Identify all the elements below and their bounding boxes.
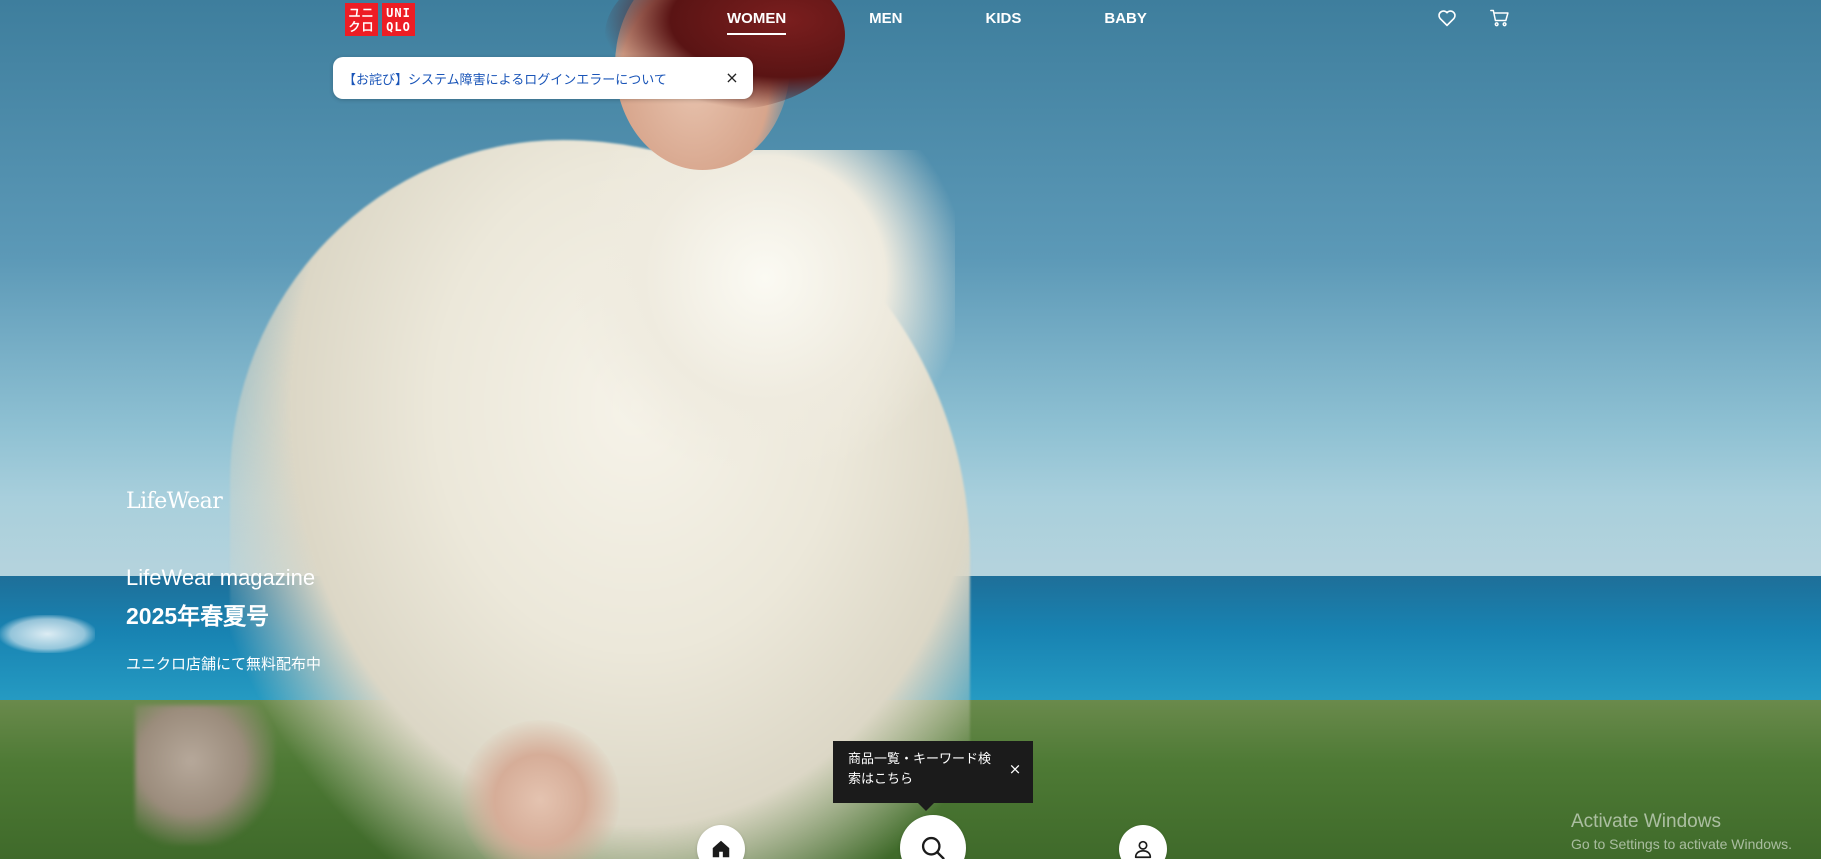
site-header: ユニ クロ UNI QLO WOMEN MEN KIDS BABY xyxy=(0,0,1821,38)
hero-subtitle: ユニクロ店舗にて無料配布中 xyxy=(126,655,322,673)
hero-distant-boat xyxy=(0,615,95,653)
lifewear-logo: LifeWear xyxy=(126,489,223,514)
logo-katakana-line1: ユニ xyxy=(348,5,375,20)
uniqlo-logo[interactable]: ユニ クロ UNI QLO xyxy=(345,3,415,36)
logo-latin-block: UNI QLO xyxy=(382,3,415,36)
logo-katakana-line2: クロ xyxy=(348,19,375,34)
search-tooltip-text: 商品一覧・キーワード検索はこちら xyxy=(848,752,992,787)
close-icon[interactable]: × xyxy=(723,69,741,87)
watermark-subtitle: Go to Settings to activate Windows. xyxy=(1571,836,1792,852)
search-tooltip: 商品一覧・キーワード検索はこちら × xyxy=(833,741,1033,811)
logo-latin-line1: UNI xyxy=(386,5,411,20)
close-icon[interactable]: × xyxy=(1007,761,1023,777)
logo-latin-line2: QLO xyxy=(386,19,411,34)
hero-model-collar xyxy=(575,150,955,470)
hero-issue[interactable]: 2025年春夏号 xyxy=(126,600,269,632)
tooltip-arrow xyxy=(918,803,934,811)
account-icon xyxy=(1134,840,1152,859)
nav-baby[interactable]: BABY xyxy=(1104,10,1147,35)
search-icon xyxy=(921,836,945,859)
system-notice-banner: 【お詫び】システム障害によるログインエラーについて × xyxy=(333,57,753,99)
home-icon xyxy=(712,840,730,858)
gender-nav: WOMEN MEN KIDS BABY xyxy=(727,10,1147,35)
hero-image[interactable] xyxy=(0,0,1821,859)
windows-activation-watermark: Activate Windows Go to Settings to activ… xyxy=(1571,810,1792,854)
nav-kids[interactable]: KIDS xyxy=(986,10,1022,35)
cart-icon[interactable] xyxy=(1490,8,1510,28)
header-actions xyxy=(1437,8,1510,28)
system-notice-link[interactable]: 【お詫び】システム障害によるログインエラーについて xyxy=(343,69,723,88)
nav-men[interactable]: MEN xyxy=(869,10,902,35)
logo-katakana-block: ユニ クロ xyxy=(345,3,378,36)
heart-icon[interactable] xyxy=(1437,8,1457,28)
nav-women[interactable]: WOMEN xyxy=(727,10,787,35)
hero-title[interactable]: LifeWear magazine xyxy=(126,562,315,594)
watermark-title: Activate Windows xyxy=(1571,811,1721,832)
